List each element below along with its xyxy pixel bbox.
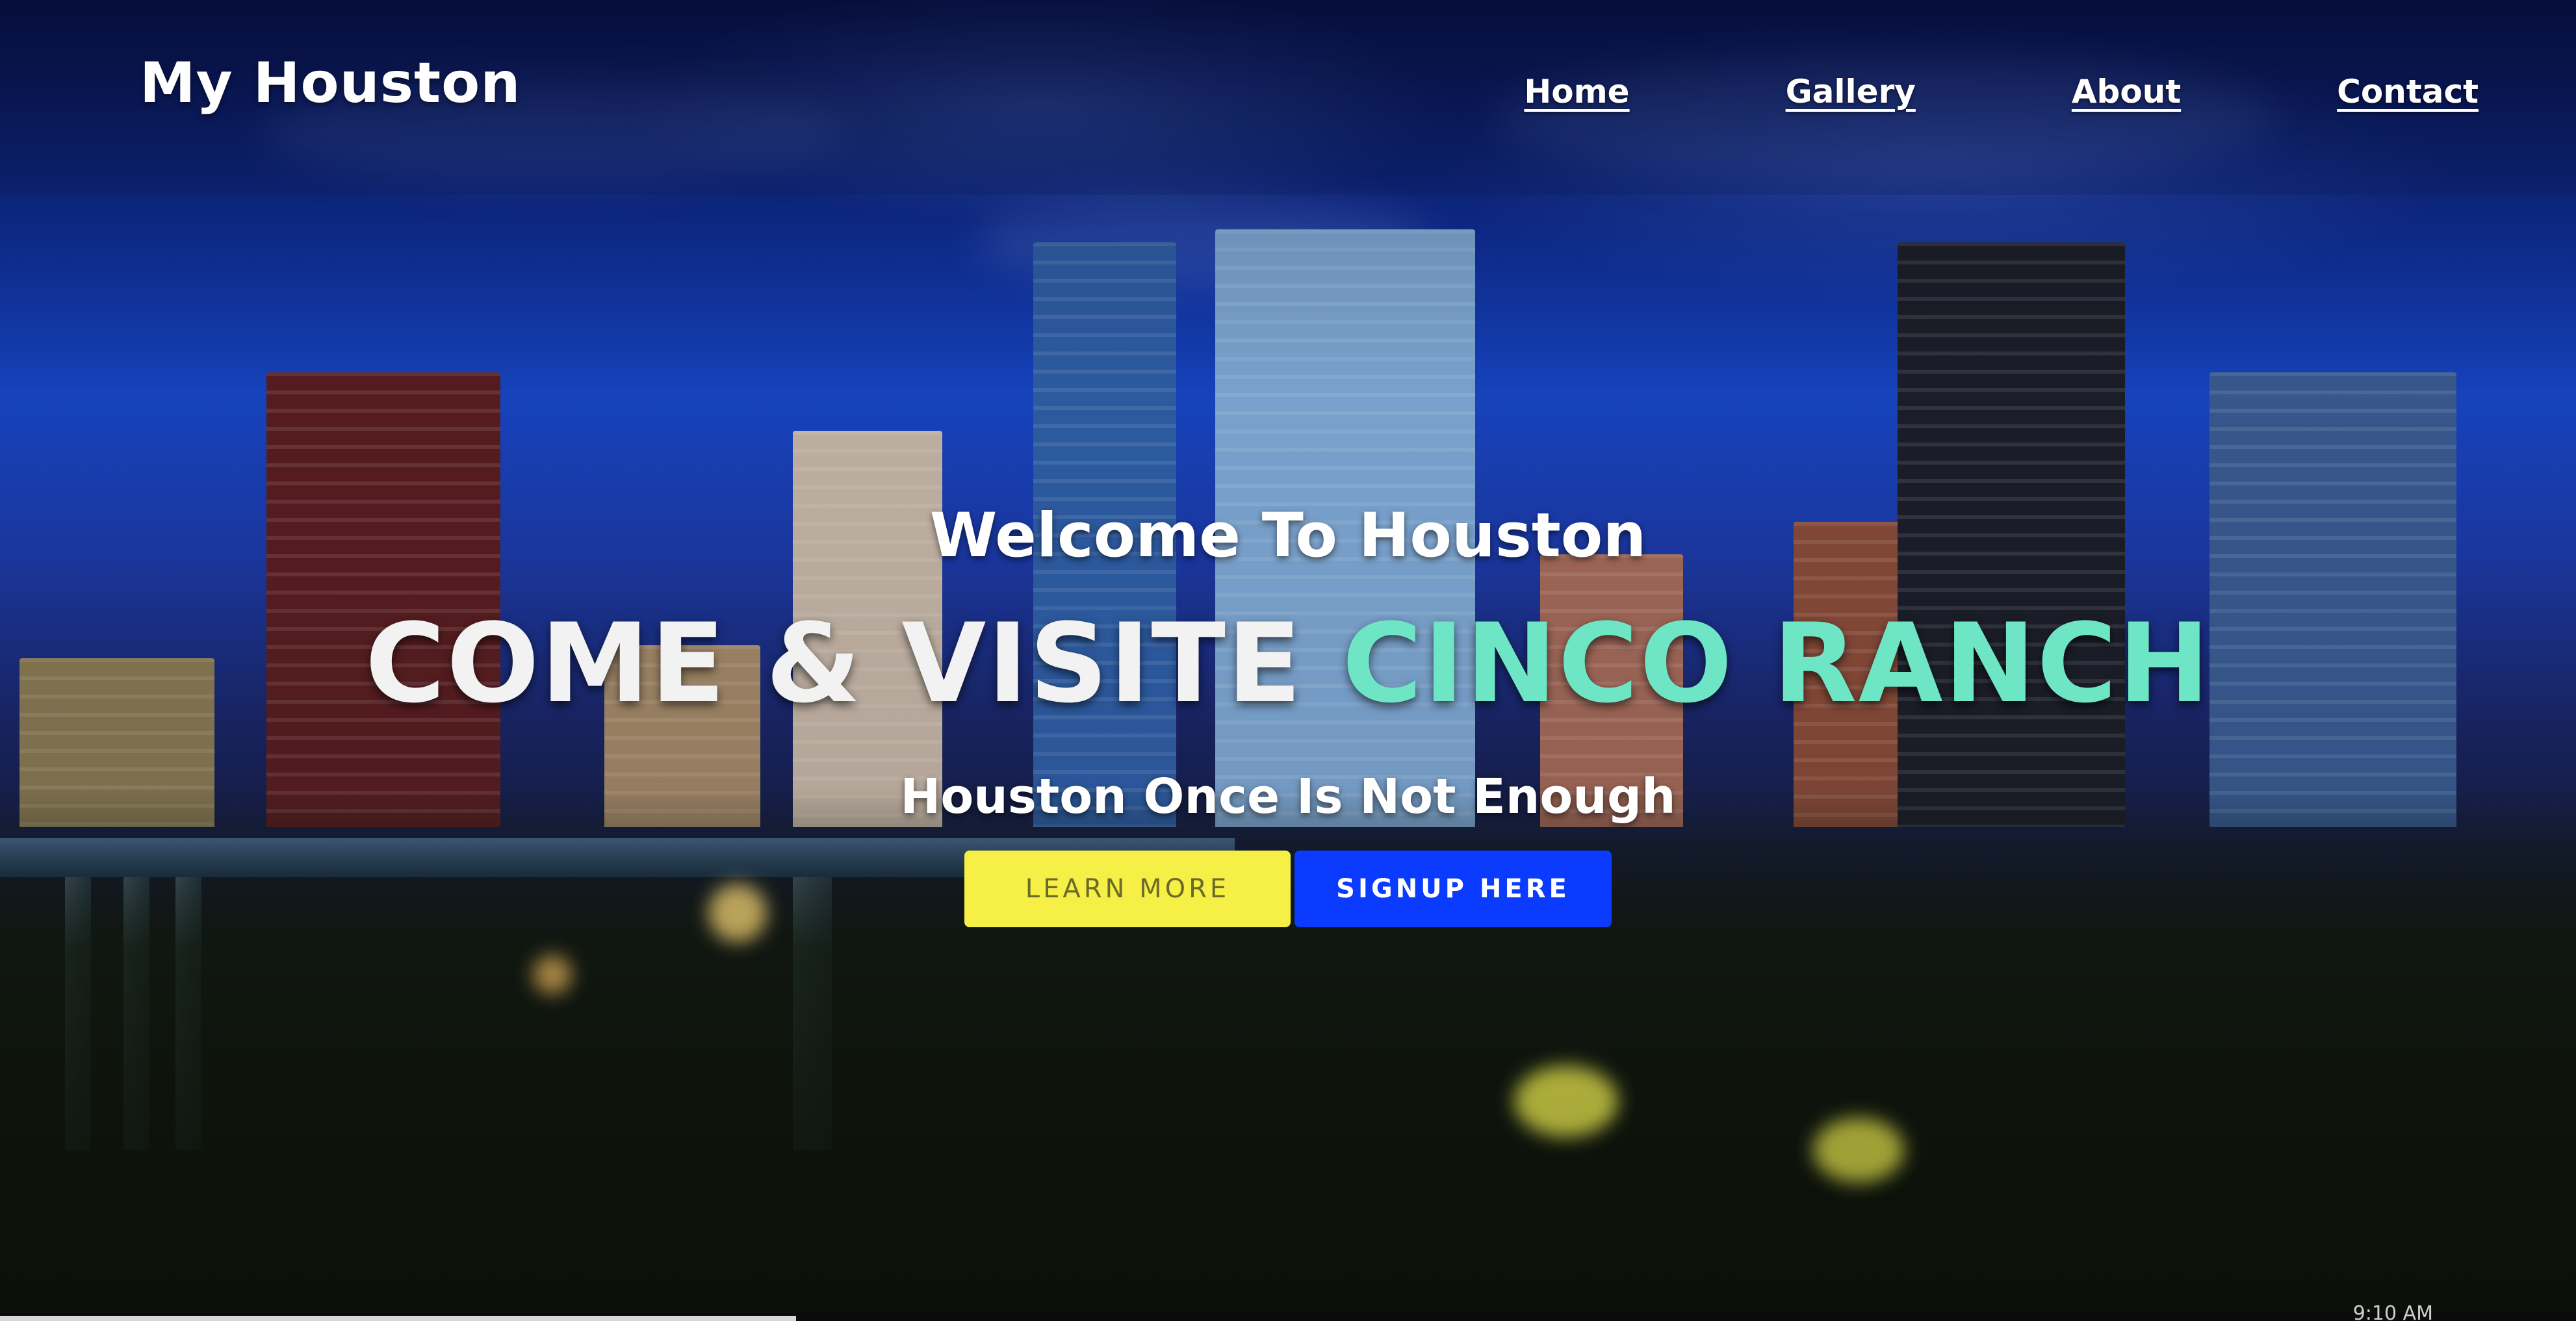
hero-headline: COME & VISITE CINCO RANCH: [0, 609, 2576, 718]
headline-plain-text: COME & VISITE: [365, 600, 1303, 727]
hero-welcome-heading: Welcome To Houston: [929, 500, 1647, 571]
nav-link-gallery[interactable]: Gallery: [1786, 73, 1916, 110]
browser-page: My Houston Home Gallery About Contact We…: [0, 0, 2576, 1321]
taskbar-clock: 9:10 AM: [2352, 1302, 2433, 1321]
hero-button-group: LEARN MORE SIGNUP HERE: [0, 851, 2576, 927]
learn-more-button[interactable]: LEARN MORE: [964, 851, 1291, 927]
nav-link-home[interactable]: Home: [1524, 73, 1629, 110]
hero-tagline: Houston Once Is Not Enough: [900, 769, 1676, 825]
main-nav: Home Gallery About Contact: [1368, 73, 2479, 110]
site-logo-text[interactable]: My Houston: [140, 51, 521, 116]
nav-link-about[interactable]: About: [2072, 73, 2181, 110]
taskbar-search-area[interactable]: [0, 1316, 796, 1321]
nav-link-contact[interactable]: Contact: [2337, 73, 2479, 110]
site-header: My Houston Home Gallery About Contact: [0, 0, 2576, 195]
headline-accent-text: CINCO RANCH: [1342, 600, 2211, 727]
signup-button[interactable]: SIGNUP HERE: [1294, 851, 1612, 927]
os-taskbar: 9:10 AM: [0, 1302, 2576, 1321]
hero-section: Welcome To Houston COME & VISITE CINCO R…: [0, 500, 2576, 927]
